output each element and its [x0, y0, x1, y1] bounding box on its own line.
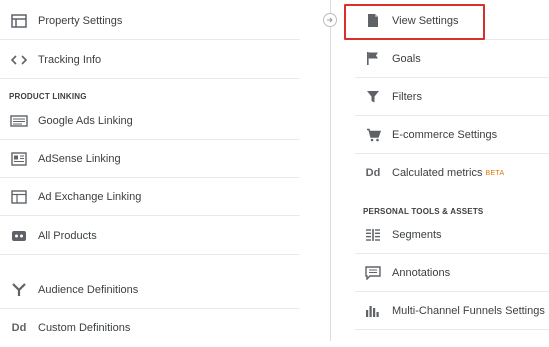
- code-icon: [9, 50, 29, 70]
- bar-chart-icon: [363, 301, 383, 321]
- goals-item[interactable]: Goals: [355, 40, 549, 78]
- column-divider: [330, 0, 331, 341]
- filters-label: Filters: [392, 90, 422, 103]
- annotations-item[interactable]: Annotations: [355, 254, 549, 292]
- all-products-label: All Products: [38, 229, 97, 242]
- audience-definitions-label: Audience Definitions: [38, 283, 139, 296]
- adsense-linking-item[interactable]: AdSense Linking: [0, 140, 300, 178]
- calculated-metrics-label: Calculated metrics: [392, 167, 483, 179]
- annotations-label: Annotations: [392, 266, 451, 279]
- comment-icon: [363, 263, 383, 283]
- segments-label: Segments: [392, 228, 442, 241]
- google-ads-linking-label: Google Ads Linking: [38, 114, 133, 127]
- all-products-item[interactable]: All Products: [0, 217, 300, 255]
- ad-exchange-icon: [9, 187, 29, 207]
- beta-badge: BETA: [485, 169, 505, 177]
- audience-definitions-item[interactable]: Audience Definitions: [0, 271, 300, 309]
- product-linking-header: PRODUCT LINKING: [9, 92, 87, 101]
- personal-tools-header: PERSONAL TOOLS & ASSETS: [363, 207, 484, 216]
- multi-channel-funnels-item[interactable]: Multi-Channel Funnels Settings: [355, 292, 549, 330]
- ecommerce-settings-item[interactable]: E-commerce Settings: [355, 116, 549, 154]
- segments-icon: [363, 225, 383, 245]
- ad-exchange-linking-label: Ad Exchange Linking: [38, 190, 142, 203]
- window-icon: [9, 11, 29, 31]
- ecommerce-settings-label: E-commerce Settings: [392, 128, 498, 141]
- link-icon: [9, 226, 29, 246]
- dd-icon: Dd: [11, 322, 27, 334]
- highlight-box: [344, 4, 485, 40]
- segments-item[interactable]: Segments: [355, 216, 549, 254]
- arrow-right-icon: [323, 13, 337, 27]
- tracking-info-item[interactable]: Tracking Info: [0, 41, 300, 79]
- cart-icon: [363, 125, 383, 145]
- ad-exchange-linking-item[interactable]: Ad Exchange Linking: [0, 178, 300, 216]
- filters-item[interactable]: Filters: [355, 78, 549, 116]
- adsense-linking-label: AdSense Linking: [38, 152, 121, 165]
- audience-fork-icon: [9, 280, 29, 300]
- tracking-info-label: Tracking Info: [38, 53, 102, 66]
- flag-icon: [363, 49, 383, 69]
- dd-icon: Dd: [365, 167, 381, 179]
- multi-channel-funnels-label: Multi-Channel Funnels Settings: [392, 304, 545, 317]
- property-settings-label: Property Settings: [38, 14, 123, 27]
- adsense-icon: [9, 149, 29, 169]
- custom-definitions-item[interactable]: Dd Custom Definitions: [0, 309, 300, 347]
- property-settings-item[interactable]: Property Settings: [0, 2, 300, 40]
- google-ads-linking-item[interactable]: Google Ads Linking: [0, 102, 300, 140]
- calculated-metrics-item[interactable]: Dd Calculated metrics BETA: [355, 154, 549, 192]
- goals-label: Goals: [392, 52, 421, 65]
- ads-icon: [9, 111, 29, 131]
- custom-definitions-label: Custom Definitions: [38, 322, 131, 334]
- filter-icon: [363, 87, 383, 107]
